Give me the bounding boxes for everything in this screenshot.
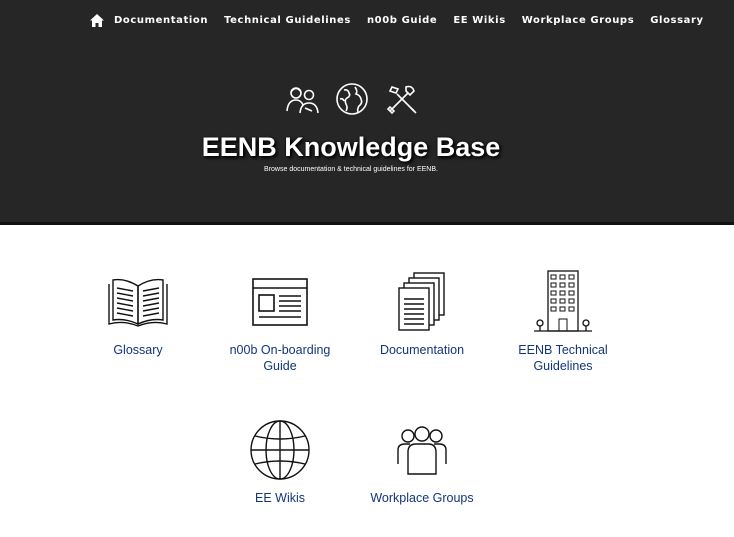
group-icon (388, 418, 456, 482)
globe-icon (246, 418, 314, 482)
nav-glossary[interactable]: Glossary (650, 15, 703, 26)
nav-n00b-guide[interactable]: n00b Guide (367, 15, 437, 26)
globe-icon (334, 81, 370, 117)
tile-workplace-groups-label[interactable]: Workplace Groups (367, 490, 477, 506)
open-book-icon (104, 270, 172, 334)
tile-ee-wikis[interactable]: EE Wikis (220, 418, 340, 506)
tile-documentation[interactable]: Documentation (362, 270, 482, 358)
tile-eenb-technical-guidelines[interactable]: EENB Technical Guidelines (503, 270, 623, 374)
tile-eenb-technical-guidelines-label[interactable]: EENB Technical Guidelines (508, 342, 618, 374)
nav-technical-guidelines[interactable]: Technical Guidelines (224, 15, 351, 26)
home-icon[interactable] (88, 11, 106, 29)
tile-n00b-guide-label[interactable]: n00b On-boarding Guide (225, 342, 335, 374)
people-icon (284, 81, 320, 117)
tile-glossary-label[interactable]: Glossary (83, 342, 193, 358)
nav-ee-wikis[interactable]: EE Wikis (453, 15, 505, 26)
document-stack-icon (388, 270, 456, 334)
building-icon (529, 270, 597, 334)
tools-icon (384, 81, 420, 117)
hero-banner: Documentation Technical Guidelines n00b … (0, 0, 734, 225)
page-title: EENB Knowledge Base (201, 132, 501, 162)
hero-icon-row (284, 81, 420, 117)
tile-glossary[interactable]: Glossary (78, 270, 198, 358)
top-nav: Documentation Technical Guidelines n00b … (88, 10, 720, 30)
nav-workplace-groups[interactable]: Workplace Groups (522, 15, 635, 26)
tile-n00b-guide[interactable]: n00b On-boarding Guide (220, 270, 340, 374)
tile-ee-wikis-label[interactable]: EE Wikis (225, 490, 335, 506)
nav-documentation[interactable]: Documentation (114, 15, 208, 26)
browser-window-icon (246, 270, 314, 334)
tile-workplace-groups[interactable]: Workplace Groups (362, 418, 482, 506)
page-subtitle: Browse documentation & technical guideli… (264, 166, 438, 173)
tile-documentation-label[interactable]: Documentation (367, 342, 477, 358)
